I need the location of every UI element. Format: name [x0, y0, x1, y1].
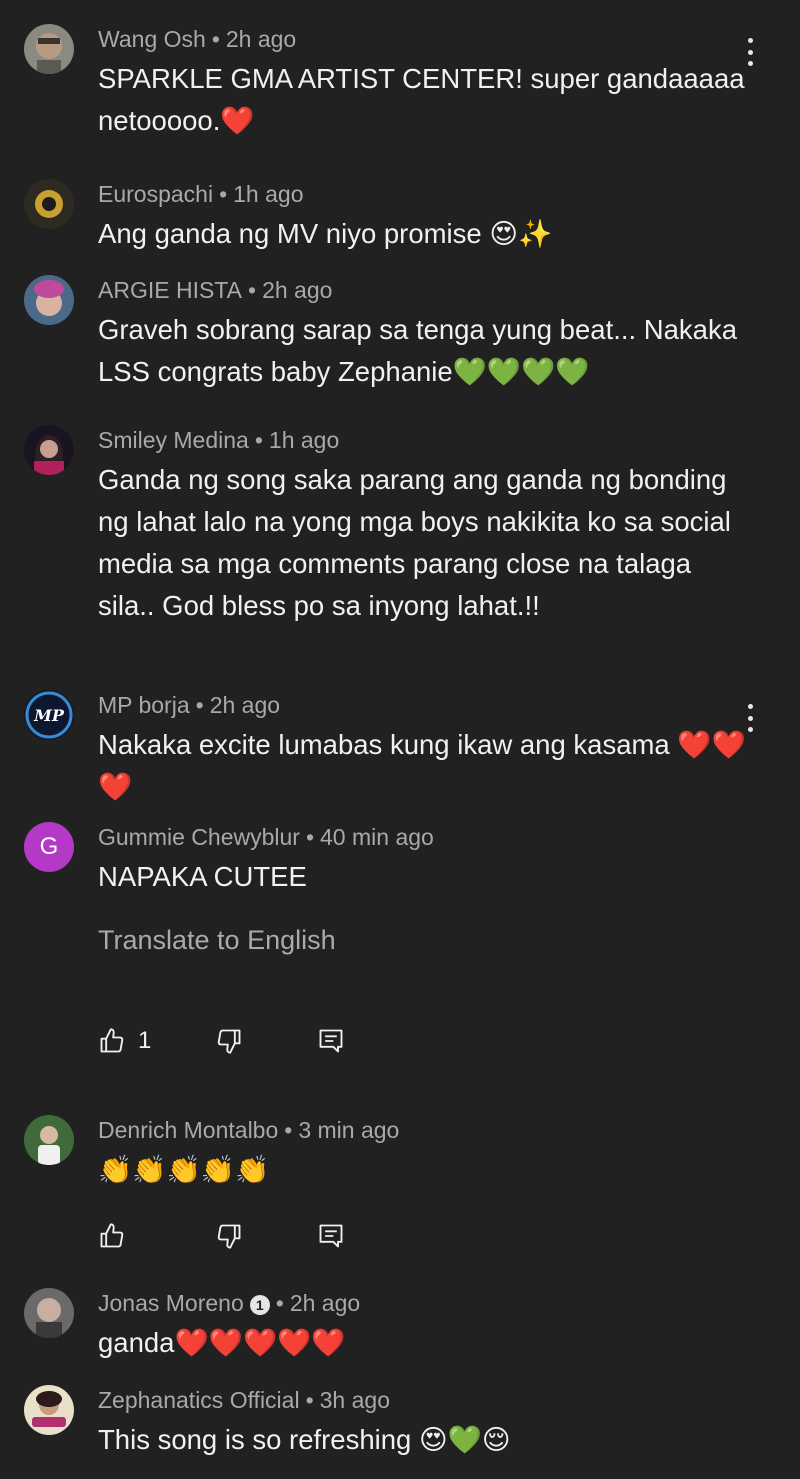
avatar[interactable] [24, 275, 74, 325]
reply-button[interactable] [317, 1218, 345, 1254]
comment-text: SPARKLE GMA ARTIST CENTER! super gandaaa… [98, 63, 745, 136]
comment-text: Nakaka excite lumabas kung ikaw ang kasa… [98, 729, 746, 802]
comment-text: Ang ganda ng MV niyo promise 😍✨ [98, 218, 553, 249]
avatar[interactable] [24, 24, 74, 74]
translate-link[interactable]: Translate to English [98, 925, 336, 956]
separator: • [219, 181, 228, 207]
avatar[interactable] [24, 1115, 74, 1165]
timestamp: 2h ago [289, 1290, 361, 1316]
author-name[interactable]: ARGIE HISTA [98, 277, 242, 303]
separator: • [248, 277, 257, 303]
avatar[interactable] [24, 425, 74, 475]
timestamp: 40 min ago [320, 824, 434, 850]
separator: • [305, 824, 315, 850]
reply-icon [319, 1224, 343, 1248]
comment-text: ganda❤️❤️❤️❤️❤️ [98, 1327, 346, 1358]
comment-meta: ARGIE HISTA • 2h ago [98, 275, 332, 305]
timestamp: 2h ago [262, 277, 333, 303]
like-count: 1 [138, 1027, 152, 1054]
comment-text: 👏👏👏👏👏 [98, 1154, 270, 1185]
comment-actions: 1 [98, 1023, 358, 1059]
dislike-button[interactable] [215, 1023, 243, 1059]
comment-text: NAPAKA CUTEE [98, 861, 307, 892]
reply-icon [319, 1029, 343, 1053]
comment-meta: Wang Osh • 2h ago [98, 24, 296, 54]
author-name[interactable]: Eurospachi [98, 181, 213, 207]
separator: • [211, 26, 220, 52]
reply-button[interactable] [317, 1023, 345, 1059]
comment-text: This song is so refreshing 😍💚😌 [98, 1424, 511, 1455]
timestamp: 3h ago [319, 1387, 390, 1413]
author-name[interactable]: Smiley Medina [98, 427, 249, 453]
thumbs-up-icon [100, 1223, 124, 1248]
comment-meta: Denrich Montalbo • 3 min ago [98, 1115, 399, 1145]
separator: • [284, 1117, 293, 1143]
comment-meta: Eurospachi • 1h ago [98, 179, 304, 209]
comment-meta: Jonas Moreno 1 • 2h ago [98, 1288, 360, 1318]
separator: • [195, 692, 204, 718]
thumbs-down-icon [217, 1224, 241, 1249]
dislike-button[interactable] [215, 1218, 243, 1254]
separator: • [254, 427, 263, 453]
author-name[interactable]: Denrich Montalbo [98, 1117, 278, 1143]
thumbs-down-icon [217, 1029, 241, 1054]
timestamp: 1h ago [268, 427, 340, 453]
timestamp: 3 min ago [298, 1117, 400, 1143]
thumbs-up-icon [100, 1028, 124, 1053]
comment-text: Graveh sobrang sarap sa tenga yung beat.… [98, 314, 738, 387]
timestamp: 2h ago [225, 26, 297, 52]
like-button[interactable] [98, 1218, 126, 1254]
like-button[interactable]: 1 [98, 1023, 151, 1059]
comment-meta: Zephanatics Official • 3h ago [98, 1385, 390, 1415]
author-name[interactable]: Zephanatics Official [98, 1387, 300, 1413]
comment-text: Ganda ng song saka parang ang ganda ng b… [98, 464, 731, 621]
comment-meta: Gummie Chewyblur • 40 min ago [98, 822, 434, 852]
comment-meta: Smiley Medina • 1h ago [98, 425, 339, 455]
comment-meta: MP borja • 2h ago [98, 690, 280, 720]
author-name[interactable]: Jonas Moreno [98, 1290, 244, 1316]
avatar[interactable] [24, 1385, 74, 1435]
svg-text:MP: MP [33, 706, 65, 725]
avatar[interactable] [24, 179, 74, 229]
member-badge-icon: 1 [249, 1295, 270, 1315]
author-name[interactable]: MP borja [98, 692, 190, 718]
avatar[interactable]: MP [24, 690, 74, 740]
avatar-letter: G [39, 833, 59, 860]
separator: • [275, 1290, 284, 1316]
timestamp: 2h ago [209, 692, 281, 718]
author-name[interactable]: Gummie Chewyblur [98, 824, 300, 850]
timestamp: 1h ago [233, 181, 304, 207]
avatar[interactable] [24, 1288, 74, 1338]
author-name[interactable]: Wang Osh [98, 26, 206, 52]
separator: • [305, 1387, 314, 1413]
comment-actions [98, 1218, 358, 1254]
avatar[interactable]: G [24, 822, 74, 872]
